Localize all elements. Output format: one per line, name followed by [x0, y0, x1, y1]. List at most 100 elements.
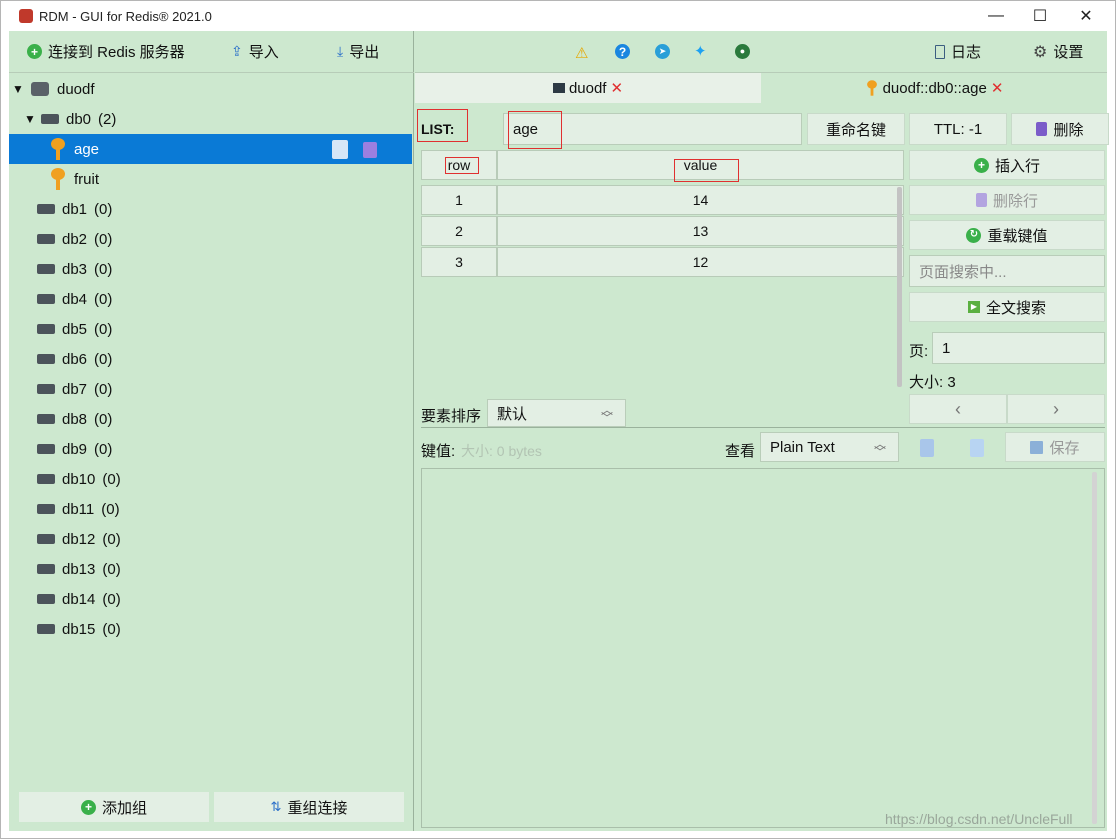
rename-key-button[interactable]: 重命名键: [807, 113, 905, 145]
import-button[interactable]: ⇪ 导入: [231, 41, 279, 62]
settings-label: 设置: [1053, 44, 1084, 61]
tree-db-db7[interactable]: db7 (0): [9, 374, 412, 404]
add-group-button[interactable]: + 添加组: [19, 792, 209, 822]
table-row-1-index[interactable]: 1: [421, 185, 497, 215]
table-row-2-index[interactable]: 2: [421, 216, 497, 246]
value-editor[interactable]: [421, 468, 1105, 828]
plus-icon: +: [80, 799, 96, 815]
delete-row-button[interactable]: 删除行: [909, 185, 1105, 215]
import-icon: ⇪: [231, 43, 243, 59]
value-editor-scrollbar[interactable]: [1092, 472, 1097, 824]
tree-server-duodf[interactable]: ▼ duodf: [9, 74, 412, 104]
annotation-box: [417, 109, 468, 142]
tree-db-db11[interactable]: db11 (0): [9, 494, 412, 524]
tree-db-db0[interactable]: ▼ db0 (2): [9, 104, 412, 134]
tree-key-age[interactable]: age: [9, 134, 412, 164]
log-button[interactable]: 日志: [935, 41, 981, 62]
trash-icon: [1036, 122, 1048, 136]
maximize-button[interactable]: ☐: [1017, 1, 1063, 31]
next-page-button[interactable]: ›: [1007, 394, 1105, 424]
tree-db-db13[interactable]: db13 (0): [9, 554, 412, 584]
twitter-icon[interactable]: ✦: [694, 42, 707, 60]
export-icon: ⤓: [337, 43, 344, 59]
connect-button[interactable]: + 连接到 Redis 服务器: [27, 41, 185, 62]
telegram-icon[interactable]: ➤: [655, 44, 670, 59]
import-label: 导入: [248, 44, 279, 61]
tree-db-db4[interactable]: db4 (0): [9, 284, 412, 314]
gear-icon: ⚙: [1033, 43, 1048, 61]
settings-button[interactable]: ⚙ 设置: [1033, 41, 1083, 62]
db-count: (0): [94, 350, 113, 368]
table-row-3-index[interactable]: 3: [421, 247, 497, 277]
minimize-button[interactable]: —: [973, 1, 1019, 31]
expand-arrow-icon[interactable]: ▼: [11, 82, 25, 96]
row-value: 13: [692, 223, 709, 239]
tree-db-db15[interactable]: db15 (0): [9, 614, 412, 644]
tab-duodf-db0-age[interactable]: duodf::db0::age ✕: [761, 73, 1107, 103]
reload-value-button[interactable]: ↻ 重载键值: [909, 220, 1105, 250]
tree-db-db3[interactable]: db3 (0): [9, 254, 412, 284]
fulltext-search-label: 全文搜索: [985, 299, 1046, 317]
delete-key-icon[interactable]: [363, 142, 377, 158]
copy-value-icon[interactable]: [920, 439, 934, 457]
table-row-2-value[interactable]: 13: [497, 216, 904, 246]
github-icon[interactable]: ●: [735, 44, 750, 59]
view-label: 查看: [725, 443, 756, 460]
server-icon: [31, 82, 49, 96]
tree-db-db12[interactable]: db12 (0): [9, 524, 412, 554]
tree-db-db2[interactable]: db2 (0): [9, 224, 412, 254]
close-tab-icon[interactable]: ✕: [610, 79, 623, 97]
connect-label: 连接到 Redis 服务器: [48, 44, 185, 61]
db-name: db13: [62, 560, 96, 578]
tree-db-db9[interactable]: db9 (0): [9, 434, 412, 464]
tree-db-db1[interactable]: db1 (0): [9, 194, 412, 224]
db-name: db14: [62, 590, 96, 608]
table-row-3-value[interactable]: 12: [497, 247, 904, 277]
tree-db-db14[interactable]: db14 (0): [9, 584, 412, 614]
insert-row-button[interactable]: + 插入行: [909, 150, 1105, 180]
fulltext-search-button[interactable]: ▶ 全文搜索: [909, 292, 1105, 322]
value-size-hint: 大小: 0 bytes: [461, 443, 542, 459]
database-icon: [37, 384, 55, 394]
db-name: db5: [62, 320, 88, 338]
export-label: 导出: [349, 44, 380, 61]
expand-arrow-icon[interactable]: ▼: [23, 112, 37, 126]
size-label: 大小: 3: [909, 374, 956, 391]
delete-key-button[interactable]: 删除: [1011, 113, 1109, 145]
regroup-button[interactable]: ⇅ 重组连接: [214, 792, 404, 822]
format-select[interactable]: Plain Text ︿ ﹀: [760, 432, 899, 462]
close-tab-icon[interactable]: ✕: [991, 79, 1004, 97]
sort-select[interactable]: 默认 ︿ ﹀: [487, 399, 626, 427]
close-button[interactable]: ✕: [1063, 1, 1109, 31]
ttl-label: TTL: -1: [933, 120, 983, 138]
db-name: db11: [62, 500, 95, 518]
db-name: db3: [62, 260, 88, 278]
warning-icon[interactable]: ⚠: [575, 44, 588, 62]
watermark-text: https://blog.csdn.net/UncleFull: [885, 811, 1073, 827]
db-count: (0): [94, 320, 113, 338]
database-icon: [37, 444, 55, 454]
database-icon: [37, 474, 55, 484]
database-icon: [37, 324, 55, 334]
save-button[interactable]: 保存: [1005, 432, 1105, 462]
prev-page-button[interactable]: ‹: [909, 394, 1007, 424]
annotation-box: [445, 157, 479, 174]
tree-db-db8[interactable]: db8 (0): [9, 404, 412, 434]
ttl-button[interactable]: TTL: -1: [909, 113, 1007, 145]
export-button[interactable]: ⤓ 导出: [337, 41, 379, 62]
tree-db-db10[interactable]: db10 (0): [9, 464, 412, 494]
help-icon[interactable]: ?: [615, 44, 630, 59]
save-label: 保存: [1049, 439, 1080, 457]
server-name: duodf: [57, 80, 95, 98]
table-row-1-value[interactable]: 14: [497, 185, 904, 215]
table-scrollbar[interactable]: [897, 187, 902, 387]
page-search-input[interactable]: 页面搜索中...: [909, 255, 1105, 287]
tab-duodf[interactable]: duodf ✕: [415, 73, 761, 103]
tree-db-db5[interactable]: db5 (0): [9, 314, 412, 344]
tree-db-db6[interactable]: db6 (0): [9, 344, 412, 374]
document-icon[interactable]: [970, 439, 984, 457]
tree-key-fruit[interactable]: fruit: [9, 164, 412, 194]
copy-key-icon[interactable]: [332, 140, 348, 159]
page-number-input[interactable]: 1: [932, 332, 1105, 364]
database-icon: [37, 504, 55, 514]
